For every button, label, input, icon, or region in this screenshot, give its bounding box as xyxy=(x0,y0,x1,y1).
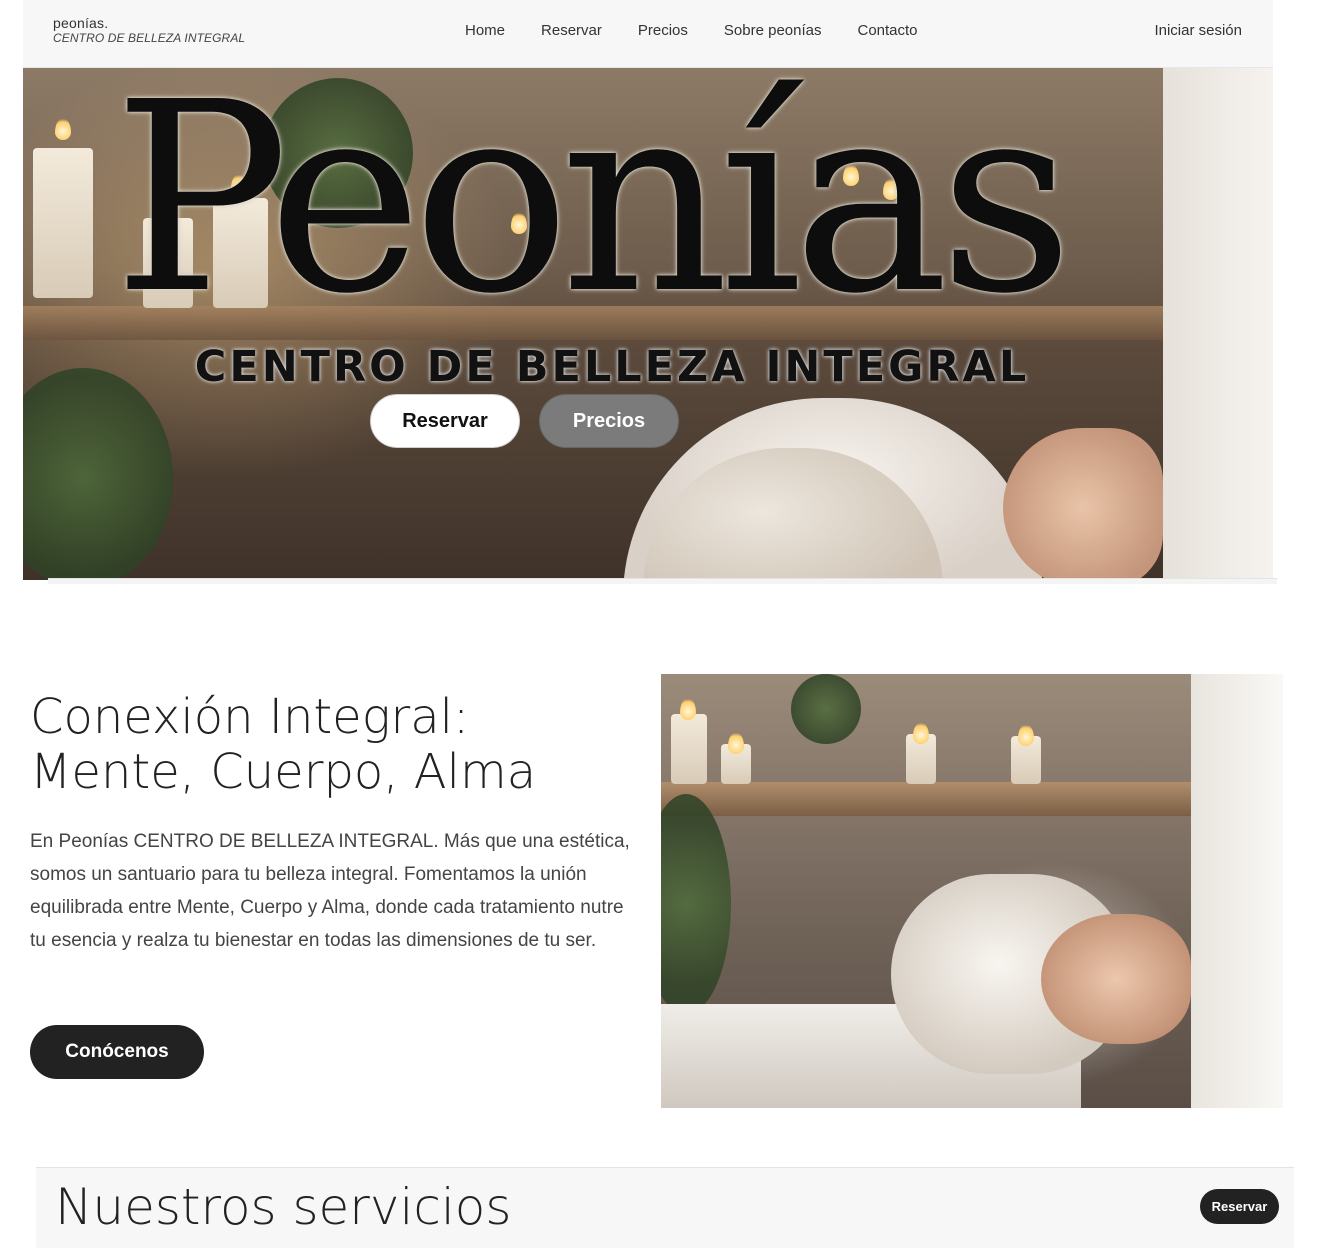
flame-decor xyxy=(728,732,744,754)
hero-reserve-button[interactable]: Reservar xyxy=(370,394,520,448)
facial-treatment-photo xyxy=(661,674,1283,1108)
hand-decor xyxy=(1003,428,1163,580)
nav-reservar[interactable]: Reservar xyxy=(541,22,602,39)
brand-name: peonías. xyxy=(53,15,109,31)
services-section: Nuestros servicios Reservar xyxy=(36,1167,1294,1248)
flame-decor xyxy=(1018,724,1034,746)
services-reserve-button[interactable]: Reservar xyxy=(1200,1189,1279,1224)
about-text: En Peonías CENTRO DE BELLEZA INTEGRAL. M… xyxy=(30,831,630,951)
brand-subtitle: CENTRO DE BELLEZA INTEGRAL xyxy=(53,31,246,45)
candle-decor xyxy=(33,148,93,298)
hero-subtitle: CENTRO DE BELLEZA INTEGRAL xyxy=(194,342,1030,392)
hero-divider xyxy=(48,578,1277,584)
candle-decor xyxy=(671,714,707,784)
flame-decor xyxy=(680,698,696,720)
about-us-button[interactable]: Conócenos xyxy=(30,1025,204,1079)
plant-decor xyxy=(791,674,861,744)
plant-decor xyxy=(23,368,173,580)
plant-decor xyxy=(661,794,731,1014)
nav-precios[interactable]: Precios xyxy=(638,22,688,39)
nav-home[interactable]: Home xyxy=(465,22,505,39)
flame-decor xyxy=(55,118,71,140)
flame-decor xyxy=(913,722,929,744)
services-title: Nuestros servicios xyxy=(55,1178,512,1236)
nav-contacto[interactable]: Contacto xyxy=(857,22,917,39)
login-link[interactable]: Iniciar sesión xyxy=(1154,22,1242,39)
hero-title: Peonías xyxy=(113,68,1074,351)
shelf-decor xyxy=(661,782,1283,816)
site-header: peonías. CENTRO DE BELLEZA INTEGRAL Home… xyxy=(23,0,1273,68)
about-title: Conexión Integral: Mente, Cuerpo, Alma xyxy=(30,689,537,800)
nav-sobre-peonias[interactable]: Sobre peonías xyxy=(724,22,822,39)
therapist-coat-decor xyxy=(1191,674,1283,1108)
main-nav: Home Reservar Precios Sobre peonías Cont… xyxy=(465,22,918,39)
hero-banner: Peonías CENTRO DE BELLEZA INTEGRAL Reser… xyxy=(23,68,1273,580)
brand-logo[interactable]: peonías. CENTRO DE BELLEZA INTEGRAL xyxy=(53,16,245,44)
hero-prices-button[interactable]: Precios xyxy=(539,394,679,448)
hand-decor xyxy=(1041,914,1191,1044)
